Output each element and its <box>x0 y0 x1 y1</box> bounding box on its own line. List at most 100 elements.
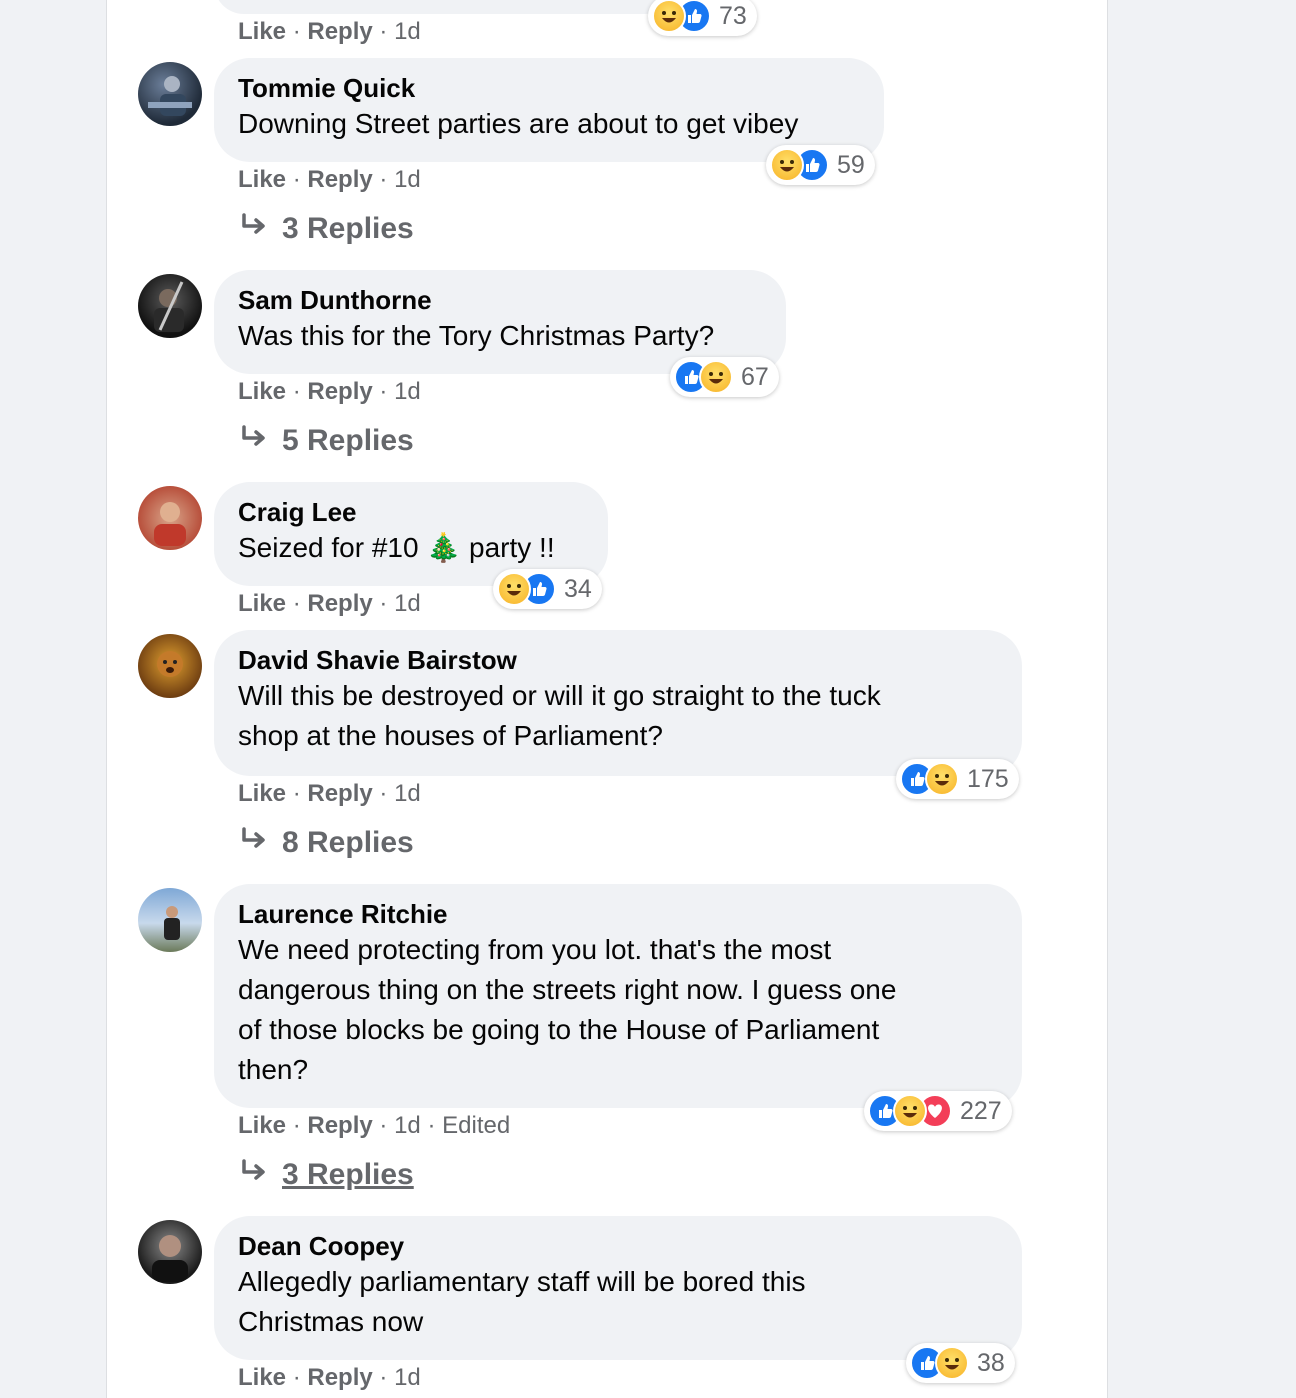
reaction-summary[interactable]: 34 <box>493 569 602 609</box>
haha-reaction-icon <box>893 1094 927 1128</box>
like-link[interactable]: Like <box>238 378 286 405</box>
reply-link[interactable]: Reply <box>307 780 372 807</box>
view-replies-link[interactable]: 3 Replies <box>238 211 414 247</box>
like-link[interactable]: Like <box>238 590 286 617</box>
reply-arrow-icon <box>238 211 272 247</box>
like-link[interactable]: Like <box>238 18 286 45</box>
reaction-count: 67 <box>741 362 769 391</box>
separator: · <box>379 18 388 45</box>
reply-link[interactable]: Reply <box>307 18 372 45</box>
commenter-name[interactable]: Sam Dunthorne <box>238 284 762 316</box>
commenter-name[interactable]: Craig Lee <box>238 496 584 528</box>
like-link[interactable]: Like <box>238 780 286 807</box>
haha-reaction-icon <box>770 148 804 182</box>
haha-reaction-icon <box>652 0 686 33</box>
reaction-count: 227 <box>960 1096 1002 1125</box>
timestamp[interactable]: 1d <box>394 1112 421 1139</box>
reply-link[interactable]: Reply <box>307 1112 372 1139</box>
reaction-count: 73 <box>719 1 747 30</box>
comment-bubble: Laurence Ritchie We need protecting from… <box>214 884 1022 1108</box>
separator: · <box>379 378 388 405</box>
comment-text-line: then? <box>238 1054 309 1085</box>
reaction-summary[interactable]: 73 <box>648 0 757 36</box>
avatar[interactable] <box>138 1220 202 1284</box>
haha-reaction-icon <box>925 762 959 796</box>
separator: · <box>292 1112 301 1139</box>
comment-actions: Like · Reply · 1d · Edited <box>238 1111 510 1141</box>
timestamp[interactable]: 1d <box>394 378 421 405</box>
commenter-name[interactable]: Dean Coopey <box>238 1230 998 1262</box>
comment-actions: Like · Reply · 1d <box>238 165 421 195</box>
separator: · <box>292 378 301 405</box>
comment-text-line: Allegedly parliamentary staff will be bo… <box>238 1266 806 1297</box>
reaction-summary[interactable]: 227 <box>864 1091 1012 1131</box>
reaction-summary[interactable]: 67 <box>670 357 779 397</box>
view-replies-link[interactable]: 8 Replies <box>238 825 414 861</box>
comment-text-line: of those blocks be going to the House of… <box>238 1014 880 1045</box>
like-link[interactable]: Like <box>238 166 286 193</box>
like-link[interactable]: Like <box>238 1112 286 1139</box>
timestamp[interactable]: 1d <box>394 590 421 617</box>
reply-link[interactable]: Reply <box>307 590 372 617</box>
separator: · <box>292 1364 301 1391</box>
christmas-tree-emoji: 🎄 <box>426 532 462 563</box>
comment-actions: Like · Reply · 1d <box>238 589 421 619</box>
view-replies-link[interactable]: 5 Replies <box>238 423 414 459</box>
reaction-count: 34 <box>564 574 592 603</box>
replies-count-label: 8 Replies <box>282 826 414 859</box>
separator: · <box>292 590 301 617</box>
view-replies-link[interactable]: 3 Replies <box>238 1157 414 1193</box>
timestamp[interactable]: 1d <box>394 1364 421 1391</box>
reply-link[interactable]: Reply <box>307 166 372 193</box>
replies-count-label: 5 Replies <box>282 424 414 457</box>
haha-reaction-icon <box>497 572 531 606</box>
separator: · <box>379 1112 388 1139</box>
reaction-summary[interactable]: 38 <box>906 1343 1015 1383</box>
reply-arrow-icon <box>238 1157 272 1193</box>
commenter-name[interactable]: Tommie Quick <box>238 72 860 104</box>
edited-label[interactable]: Edited <box>442 1112 510 1139</box>
comment-bubble: Dean Coopey Allegedly parliamentary staf… <box>214 1216 1022 1360</box>
haha-reaction-icon <box>935 1346 969 1380</box>
comment-text-line: shop at the houses of Parliament? <box>238 720 663 751</box>
comment-text-line: dangerous thing on the streets right now… <box>238 974 897 1005</box>
comment-text-line: Christmas now <box>238 1306 424 1337</box>
separator: · <box>292 166 301 193</box>
reaction-count: 38 <box>977 1348 1005 1377</box>
reply-arrow-icon <box>238 825 272 861</box>
haha-reaction-icon <box>699 360 733 394</box>
reaction-summary[interactable]: 59 <box>766 145 875 185</box>
avatar[interactable] <box>138 634 202 698</box>
separator: · <box>427 1112 436 1139</box>
comment-text-part: party !! <box>469 532 555 563</box>
reply-link[interactable]: Reply <box>307 1364 372 1391</box>
comment-text: Seized for #10 🎄 party !! <box>238 528 584 568</box>
reply-link[interactable]: Reply <box>307 378 372 405</box>
comment-text: Downing Street parties are about to get … <box>238 108 799 139</box>
avatar[interactable] <box>138 486 202 550</box>
replies-count-label: 3 Replies <box>282 212 414 245</box>
reply-arrow-icon <box>238 423 272 459</box>
separator: · <box>379 166 388 193</box>
comment-actions: Like · Reply · 1d <box>238 1363 421 1393</box>
commenter-name[interactable]: David Shavie Bairstow <box>238 644 998 676</box>
like-link[interactable]: Like <box>238 1364 286 1391</box>
timestamp[interactable]: 1d <box>394 166 421 193</box>
comment-actions-prev: Like · Reply · 1d <box>238 17 421 47</box>
separator: · <box>292 780 301 807</box>
timestamp[interactable]: 1d <box>394 780 421 807</box>
avatar[interactable] <box>138 274 202 338</box>
comment-actions: Like · Reply · 1d <box>238 779 421 809</box>
reaction-count: 59 <box>837 150 865 179</box>
comment-text: Was this for the Tory Christmas Party? <box>238 320 715 351</box>
reaction-summary[interactable]: 175 <box>896 759 1019 799</box>
comment-text-part: Seized for #10 <box>238 532 419 563</box>
timestamp[interactable]: 1d <box>394 18 421 45</box>
comment-text-line: We need protecting from you lot. that's … <box>238 934 832 965</box>
avatar[interactable] <box>138 888 202 952</box>
avatar[interactable] <box>138 62 202 126</box>
separator: · <box>292 18 301 45</box>
replies-count-label: 3 Replies <box>282 1158 414 1191</box>
reaction-count: 175 <box>967 764 1009 793</box>
commenter-name[interactable]: Laurence Ritchie <box>238 898 998 930</box>
